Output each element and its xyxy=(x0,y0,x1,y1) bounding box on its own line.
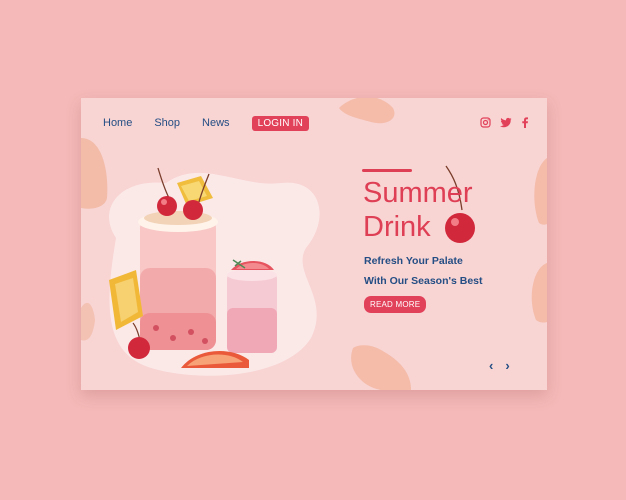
hero-title-line1: Summer xyxy=(363,177,473,209)
hero-title: Summer Drink xyxy=(363,176,473,244)
twitter-icon[interactable] xyxy=(500,117,512,128)
nav-home[interactable]: Home xyxy=(103,117,132,129)
instagram-icon[interactable] xyxy=(480,117,491,128)
top-nav: Home Shop News LOGIN IN xyxy=(103,115,310,131)
hero-title-line2: Drink xyxy=(363,211,431,243)
hero-illustration xyxy=(81,98,547,390)
facebook-icon[interactable] xyxy=(521,117,529,128)
read-more-button[interactable]: READ MORE xyxy=(364,296,427,313)
cherry xyxy=(183,200,203,220)
peach-slice xyxy=(339,98,395,124)
title-accent-bar xyxy=(362,169,412,172)
peach-slice xyxy=(534,158,547,225)
cherry xyxy=(128,337,150,359)
peach-slice xyxy=(81,138,108,209)
nav-shop[interactable]: Shop xyxy=(154,117,180,129)
carousel-controls: ‹ › xyxy=(489,359,510,373)
hero-subtitle-line2: With Our Season's Best xyxy=(364,275,483,287)
cherry xyxy=(157,196,177,216)
login-button[interactable]: LOGIN IN xyxy=(251,115,310,131)
landing-page-card: Home Shop News LOGIN IN Summer Drink Ref… xyxy=(81,98,547,390)
hero-subtitle-line1: Refresh Your Palate xyxy=(364,255,463,267)
nav-news[interactable]: News xyxy=(202,117,230,129)
social-links xyxy=(480,117,529,128)
next-arrow-icon[interactable]: › xyxy=(505,359,509,373)
peach-slice xyxy=(531,263,547,323)
prev-arrow-icon[interactable]: ‹ xyxy=(489,359,493,373)
peach-slice xyxy=(81,302,95,341)
peach-slice xyxy=(351,345,411,390)
